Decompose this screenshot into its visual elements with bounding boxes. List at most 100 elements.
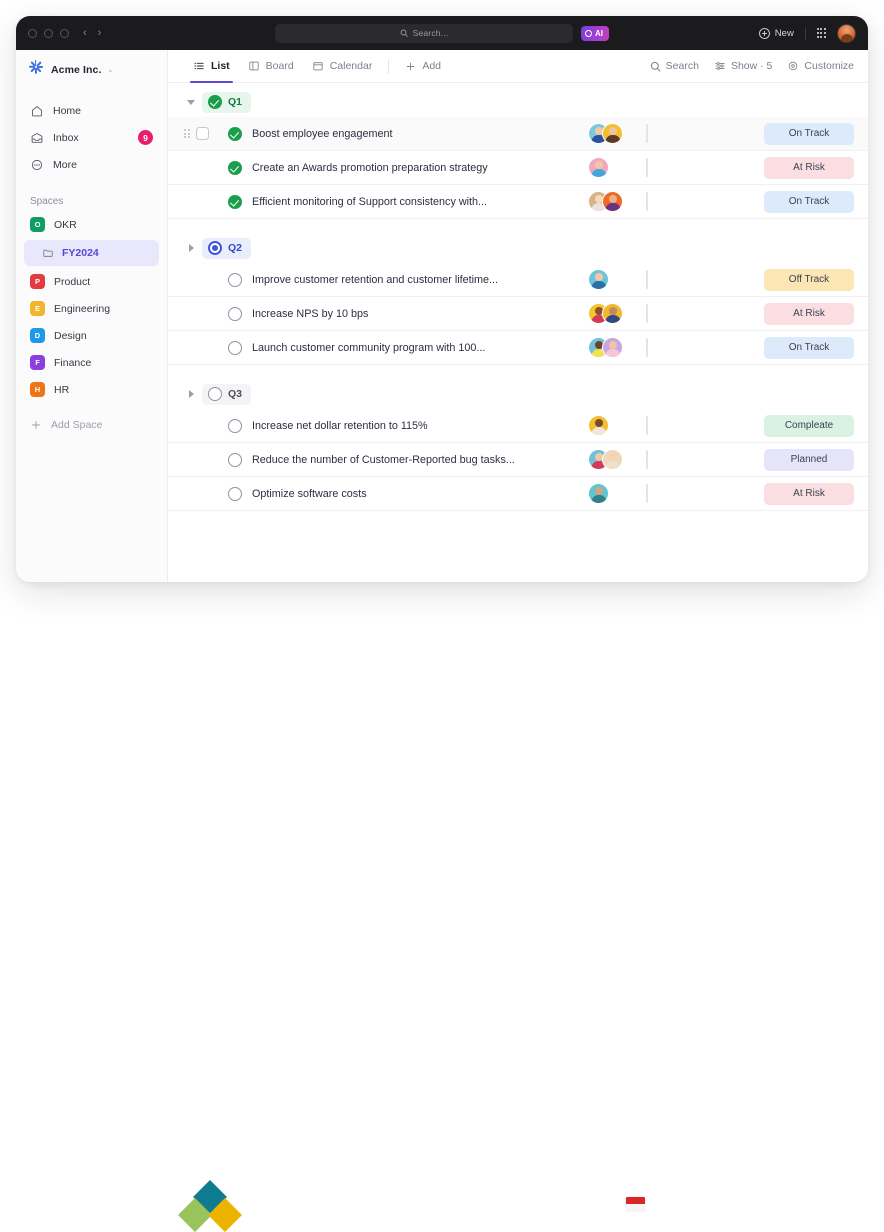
progress-bar[interactable] [646,337,746,357]
status-badge[interactable]: Off Track [764,268,854,291]
add-view-button[interactable]: Add [396,50,450,83]
row-state[interactable] [228,272,252,287]
progress-bar[interactable] [646,415,746,435]
row-state[interactable] [228,452,252,467]
tab-list[interactable]: List [184,50,239,83]
table-row[interactable]: Boost employee engagement On Track [168,117,868,151]
status-badge[interactable]: On Track [764,122,854,145]
progress-bar[interactable] [646,191,746,211]
status-badge[interactable]: At Risk [764,156,854,179]
status-badge[interactable]: On Track [764,336,854,359]
status-cell[interactable]: At Risk [764,156,854,179]
task-title[interactable]: Efficient monitoring of Support consiste… [252,196,588,208]
task-title[interactable]: Increase net dollar retention to 115% [252,420,588,432]
table-row[interactable]: Efficient monitoring of Support consiste… [168,185,868,219]
assignee-avatars[interactable] [588,483,646,504]
new-button[interactable]: New [758,27,794,39]
table-row[interactable]: Increase NPS by 10 bps At Risk [168,297,868,331]
table-row[interactable]: Create an Awards promotion preparation s… [168,151,868,185]
avatar[interactable] [588,157,609,178]
status-cell[interactable]: Off Track [764,268,854,291]
progress-bar[interactable] [646,123,746,143]
assignee-avatars[interactable] [588,337,646,358]
status-cell[interactable]: At Risk [764,302,854,325]
assignee-avatars[interactable] [588,449,646,470]
close-button[interactable] [28,28,37,38]
sidebar-item-inbox[interactable]: Inbox 9 [24,124,159,151]
assignee-avatars[interactable] [588,269,646,290]
status-cell[interactable]: On Track [764,122,854,145]
back-icon[interactable]: ‹ [83,27,87,39]
group-pill[interactable]: Q1 [202,91,252,113]
row-state[interactable] [228,418,252,433]
table-row[interactable]: Reduce the number of Customer-Reported b… [168,443,868,477]
row-state[interactable] [228,126,252,141]
sidebar-item-fy2024[interactable]: FY2024 [24,240,159,266]
progress-bar[interactable] [646,303,746,323]
sidebar-item-home[interactable]: Home [24,97,159,124]
ai-button[interactable]: AI [581,25,609,41]
row-state[interactable] [228,340,252,355]
customize-button[interactable]: Customize [787,60,854,72]
avatar[interactable] [602,191,623,212]
assignee-avatars[interactable] [588,123,646,144]
row-state[interactable] [228,160,252,175]
task-title[interactable]: Reduce the number of Customer-Reported b… [252,454,588,466]
assignee-avatars[interactable] [588,157,646,178]
avatar[interactable] [837,23,856,43]
workspace-switcher[interactable]: Acme Inc. ⌄ [16,55,167,85]
group-header-q2[interactable]: Q2 [168,233,868,263]
status-cell[interactable]: Planned [764,448,854,471]
progress-bar[interactable] [646,269,746,289]
collapse-toggle[interactable] [184,244,198,252]
collapse-toggle[interactable] [184,390,198,398]
status-badge[interactable]: Planned [764,448,854,471]
task-title[interactable]: Launch customer community program with 1… [252,342,588,354]
add-space-button[interactable]: Add Space [24,411,159,439]
avatar[interactable] [602,449,623,470]
task-title[interactable]: Optimize software costs [252,488,588,500]
status-badge[interactable]: Compleate [764,414,854,437]
status-badge[interactable]: On Track [764,190,854,213]
row-state[interactable] [228,194,252,209]
search-button[interactable]: Search [650,60,699,72]
avatar[interactable] [588,483,609,504]
collapse-toggle[interactable] [184,99,198,105]
drag-handle-icon[interactable] [184,128,190,139]
group-header-q3[interactable]: Q3 [168,379,868,409]
status-cell[interactable]: On Track [764,336,854,359]
progress-bar[interactable] [646,157,746,177]
status-cell[interactable]: On Track [764,190,854,213]
status-badge[interactable]: At Risk [764,302,854,325]
assignee-avatars[interactable] [588,415,646,436]
group-pill[interactable]: Q2 [202,237,252,259]
group-header-q1[interactable]: Q1 [168,87,868,117]
row-state[interactable] [228,486,252,501]
table-row[interactable]: Optimize software costs At Risk [168,477,868,511]
avatar[interactable] [602,303,623,324]
table-row[interactable]: Launch customer community program with 1… [168,331,868,365]
task-title[interactable]: Create an Awards promotion preparation s… [252,162,588,174]
assignee-avatars[interactable] [588,191,646,212]
progress-bar[interactable] [646,483,746,503]
forward-icon[interactable]: › [98,27,102,39]
group-pill[interactable]: Q3 [202,383,252,405]
global-search-input[interactable]: Search... [275,23,573,43]
history-nav[interactable]: ‹ › [83,27,102,39]
status-cell[interactable]: At Risk [764,482,854,505]
task-title[interactable]: Increase NPS by 10 bps [252,308,588,320]
chevron-down-icon[interactable]: ⌄ [108,66,114,74]
progress-bar[interactable] [646,449,746,469]
apps-grid-icon[interactable] [816,28,826,38]
table-row[interactable]: Increase net dollar retention to 115% Co… [168,409,868,443]
maximize-button[interactable] [60,28,69,38]
sidebar-item-product[interactable]: P Product [24,268,159,295]
tab-calendar[interactable]: Calendar [303,50,382,83]
sidebar-item-okr[interactable]: O OKR [24,211,159,238]
sidebar-item-design[interactable]: D Design [24,322,159,349]
avatar[interactable] [602,123,623,144]
tab-board[interactable]: Board [239,50,303,83]
avatar[interactable] [588,269,609,290]
sidebar-item-engineering[interactable]: E Engineering [24,295,159,322]
sidebar-item-hr[interactable]: H HR [24,376,159,403]
